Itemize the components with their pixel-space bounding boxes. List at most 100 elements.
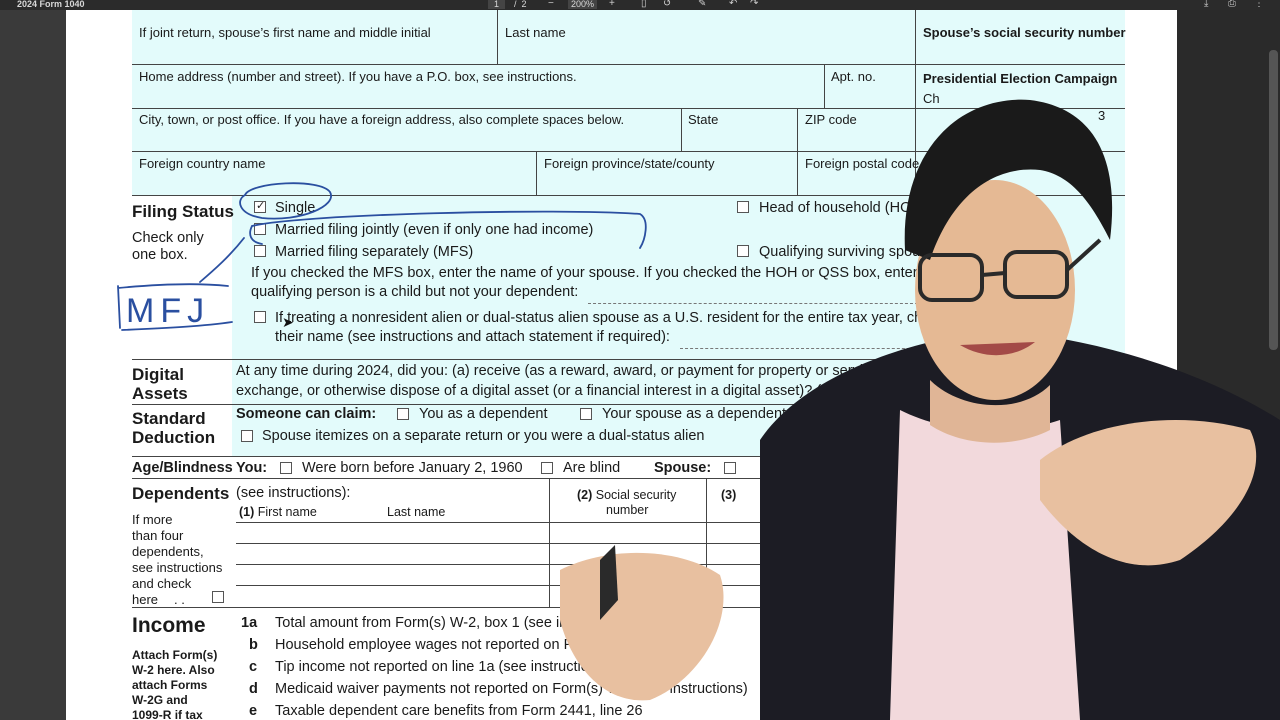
last-name-label: Last name [505,25,566,40]
viewer-scrollbar-area [1177,10,1280,720]
dependents-side-dots: . . [174,592,185,607]
redo-icon[interactable]: ↷ [750,0,758,9]
mfj-checkbox[interactable] [254,223,266,235]
qss-checkbox[interactable] [737,245,749,257]
zip-label: ZIP code [805,112,857,127]
apt-no-label: Apt. no. [831,69,876,84]
income-line-1b-text: Household employee wages not reported on… [275,637,645,653]
dependents-side-2: than four [132,528,184,543]
zoom-out-icon[interactable]: − [548,0,554,9]
spouse-dependent-checkbox[interactable] [580,408,592,420]
spouse-name-label: If joint return, spouse’s first name and… [139,25,431,40]
spouse-born-before-checkbox[interactable] [724,462,736,474]
dependents-side-6: here [132,592,159,607]
income-attach-3: attach Forms [132,678,208,692]
dependents-side-5: and check [132,576,192,591]
dependents-heading: Dependents [132,484,230,503]
page-total: / 2 [514,0,527,9]
mouse-cursor-icon: ➤ [282,314,294,330]
rotate-icon[interactable]: ↺ [663,0,671,9]
document-title: 2024 Form 1040 [17,0,85,9]
age-spouse-label: Spouse: [654,460,712,476]
you-blind-checkbox[interactable] [541,462,553,474]
spouse-dependent-label: Your spouse as a dependent [602,406,787,422]
print-icon[interactable]: ⎙ [1228,0,1236,9]
filing-status-note-1: Check only [132,230,204,246]
nonresident-instructions-1: If treating a nonresident alien or dual-… [275,310,1062,326]
born-before-label: Were born before January 2, 1960 [302,460,523,476]
spouse-itemizes-checkbox[interactable] [241,430,253,442]
income-line-1e-text: Taxable dependent care benefits from For… [275,703,643,719]
dependents-first-name-header: (1) First name [239,505,317,519]
dependents-side-3: dependents, [132,544,204,559]
qss-label: Qualifying surviving spouse (QSS) [759,244,980,260]
fit-page-icon[interactable]: ▯ [641,0,647,9]
zoom-level-input[interactable]: 200% [568,0,598,9]
income-attach-4: W-2G and [132,693,188,707]
zoom-in-icon[interactable]: + [609,0,615,9]
income-line-1d-num: d [249,681,258,697]
dependents-relationship-header: (3) [721,488,737,502]
digital-assets-question-2: exchange, or otherwise dispose of a digi… [236,383,934,399]
viewer-toolbar: 2024 Form 1040 1 / 2 − 200% + ▯ ↺ ✎ ↶ ↷ … [0,0,1280,10]
nonresident-instructions-2: their name (see instructions and attach … [275,329,670,345]
more-icon[interactable]: ⋮ [1254,0,1264,9]
scrollbar-thumb[interactable] [1269,50,1278,350]
undo-icon[interactable]: ↶ [729,0,737,9]
income-line-1c-text: Tip income not reported on line 1a (see … [275,659,609,675]
mfs-label: Married filing separately (MFS) [275,244,474,260]
income-heading: Income [132,614,206,637]
dependents-ssn-header-1: (2) Social security [577,488,677,502]
income-attach-5: 1099-R if tax [132,708,203,720]
nonresident-spouse-checkbox[interactable] [254,311,266,323]
mfs-checkbox[interactable] [254,245,266,257]
presidential-campaign-label: Presidential Election Campaign [923,71,1118,86]
filing-status-heading: Filing Status [132,202,234,221]
dependents-side-1: If more [132,512,173,527]
single-label: Single [275,200,316,216]
presidential-digit: 3 [1098,108,1106,123]
income-attach-1: Attach Form(s) [132,648,218,662]
you-dependent-label: You as a dependent [419,406,548,422]
born-before-checkbox[interactable] [280,462,292,474]
digital-assets-heading-1: Digital [132,365,184,384]
foreign-province-label: Foreign province/state/county [544,156,715,171]
you-blind-label: Are blind [563,460,621,476]
age-you-label: You: [236,460,268,476]
foreign-postal-label: Foreign postal code [805,156,920,171]
dependents-side-4: see instructions [132,560,223,575]
single-checkbox[interactable] [254,199,266,213]
filing-status-note-2: one box. [132,247,188,263]
digital-assets-question-1: At any time during 2024, did you: (a) re… [236,363,963,379]
form-1040-page: If joint return, spouse’s first name and… [66,10,1177,720]
presidential-check-text: Ch [923,91,940,106]
dependents-see-instructions: (see instructions): [236,485,351,501]
someone-can-claim-label: Someone can claim: [236,406,377,422]
age-blindness-heading: Age/Blindness [132,460,233,476]
income-attach-2: W-2 here. Also [132,663,215,677]
you-dependent-checkbox[interactable] [397,408,409,420]
draw-icon[interactable]: ✎ [698,0,706,9]
city-label: City, town, or post office. If you have … [139,112,625,127]
download-icon[interactable]: ⤓ [1204,0,1208,9]
income-line-1a-num: 1a [241,615,258,631]
income-line-1a-text: Total amount from Form(s) W-2, box 1 (se… [275,615,635,631]
dependents-last-name-header: Last name [387,505,446,519]
mfj-label: Married filing jointly (even if only one… [275,222,594,238]
page-number-input[interactable]: 1 [488,0,506,9]
mfs-instructions-2: qualifying person is a child but not you… [251,284,579,300]
income-line-1c-num: c [249,659,258,675]
spouse-ssn-label: Spouse’s social security number [923,25,1126,40]
home-address-label: Home address (number and street). If you… [139,69,577,84]
hoh-checkbox[interactable] [737,201,749,213]
spouse-itemizes-label: Spouse itemizes on a separate return or … [262,428,705,444]
mfs-instructions-1: If you checked the MFS box, enter the na… [251,265,1062,281]
more-dependents-checkbox[interactable] [212,591,224,603]
standard-deduction-heading-2: Deduction [132,428,216,447]
income-line-1d-text: Medicaid waiver payments not reported on… [275,681,748,697]
foreign-country-label: Foreign country name [139,156,266,171]
standard-deduction-heading-1: Standard [132,409,206,428]
income-line-1b-num: b [249,637,258,653]
dependents-ssn-header-2: number [606,503,649,517]
income-line-1e-num: e [249,703,258,719]
